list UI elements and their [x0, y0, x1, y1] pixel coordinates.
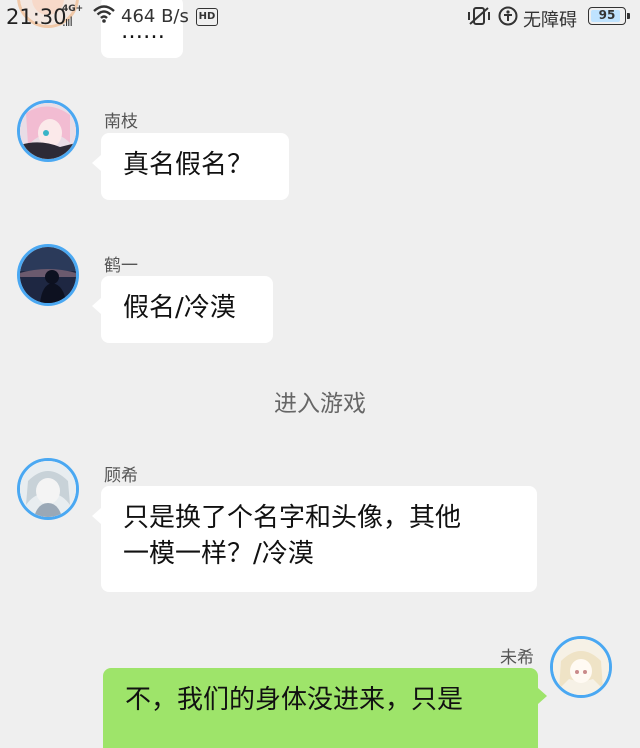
sender-name: 未希	[500, 648, 534, 668]
network-speed: 464 B/s	[121, 6, 189, 27]
signal-icon: .ııl	[62, 15, 73, 29]
system-message: 进入游戏	[274, 391, 366, 417]
message-text: 假名/冷漠	[123, 293, 236, 323]
message-text-line: 一模一样？/冷漠	[123, 539, 314, 569]
battery-icon: 95	[588, 7, 630, 25]
message-text-line: 只是换了个名字和头像，其他	[123, 503, 462, 533]
avatar[interactable]	[550, 636, 612, 698]
avatar[interactable]	[17, 100, 79, 162]
message-text: 不，我们的身体没进来，只是	[125, 685, 464, 715]
avatar[interactable]	[17, 458, 79, 520]
accessibility-label: 无障碍	[523, 10, 577, 31]
message-bubble[interactable]: 假名/冷漠	[101, 276, 273, 343]
vibrate-mute-icon	[466, 6, 492, 31]
accessibility-icon	[498, 6, 518, 31]
battery-percent: 95	[598, 8, 616, 22]
status-time: 21:30	[6, 5, 67, 29]
message-bubble[interactable]: 只是换了个名字和头像，其他 一模一样？/冷漠	[101, 486, 537, 592]
sender-name: 南枝	[104, 112, 138, 132]
avatar[interactable]	[17, 244, 79, 306]
sender-name: 鹤一	[104, 256, 138, 276]
message-bubble-self[interactable]: 不，我们的身体没进来，只是	[103, 668, 538, 748]
message-bubble[interactable]: 真名假名？	[101, 133, 289, 200]
network-type: 4G+	[62, 4, 84, 14]
status-bar: 21:30 4G+ .ııl 464 B/s HD 无障碍 95	[0, 0, 640, 34]
wifi-icon	[92, 4, 116, 29]
message-text: 真名假名？	[123, 150, 254, 180]
sender-name: 顾希	[104, 466, 138, 486]
hd-icon: HD	[196, 8, 218, 26]
